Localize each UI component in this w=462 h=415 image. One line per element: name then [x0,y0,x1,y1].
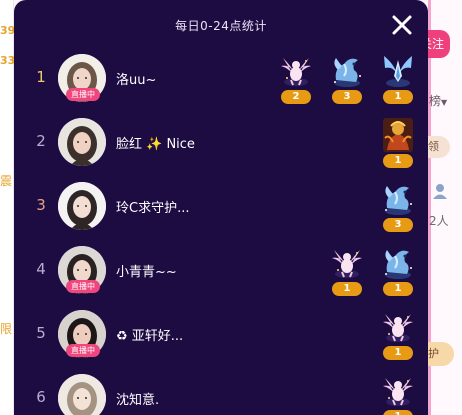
rank-number: 3 [36,196,46,214]
gift-count: 1 [383,90,413,104]
daily-ranking-modal: 每日0-24点统计 1 直播中 洛uu~ 2 3 1 2 脸红 ✨ Nice 1… [14,0,428,415]
close-button[interactable] [387,10,417,40]
guard-button[interactable]: 护 [428,342,454,366]
gift-count: 1 [332,282,362,296]
gift-item[interactable]: 3 [379,180,417,234]
live-badge: 直播中 [66,88,100,101]
ranking-row[interactable]: 6 沈知意. 1 [14,368,428,415]
modal-title: 每日0-24点统计 [175,19,267,33]
username[interactable]: 玲C求守护... [116,197,189,216]
audience-count: 2人 [429,214,449,228]
pegasus-gift-icon [381,372,415,410]
rank-number: 2 [36,132,46,150]
gift-item[interactable]: 1 [379,372,417,415]
avatar[interactable] [58,374,106,415]
dragon-gift-icon [381,180,415,218]
chevron-down-icon: ▼ [441,98,448,107]
background-left-text: 限 [0,322,13,336]
username[interactable]: 小青青~~ [116,261,177,280]
rank-tab-label: 榜 [429,94,442,108]
follow-button[interactable]: 关注 [428,30,450,58]
background-left-number: 33 [0,54,14,67]
background-left-number: 39 [0,24,14,37]
username[interactable]: 沈知意. [116,389,159,408]
gift-count: 2 [281,90,311,104]
follow-button-label: 关注 [428,37,445,51]
gift-item[interactable]: 3 [328,52,366,106]
username[interactable]: ♻ 亚轩好... [116,325,183,344]
background-left-panel: 39 33 震 限 [0,0,14,415]
ranking-row[interactable]: 2 脸红 ✨ Nice 1 [14,112,428,172]
ranking-row[interactable]: 1 直播中 洛uu~ 2 3 1 [14,48,428,108]
user-group-icon [433,184,447,199]
gift-item[interactable]: 1 [328,244,366,298]
gift-count: 3 [383,218,413,232]
ranking-row[interactable]: 5 直播中 ♻ 亚轩好... 1 [14,304,428,364]
ice-bird-gift-icon [381,52,415,90]
dragon-gift-icon [381,244,415,282]
gift-count: 1 [383,346,413,360]
rank-tab[interactable]: 榜▼ [429,92,462,109]
live-badge: 直播中 [66,344,100,357]
pegasus-gift-icon [279,52,313,90]
claim-button-label: 领 [428,140,439,153]
rank-number: 1 [36,68,46,86]
gift-count: 1 [383,282,413,296]
close-icon [392,15,412,35]
pegasus-gift-icon [330,244,364,282]
gift-item[interactable]: 1 [379,308,417,362]
gift-count: 1 [383,154,413,168]
gift-count: 3 [332,90,362,104]
avatar[interactable] [58,118,106,166]
username[interactable]: 洛uu~ [116,69,156,88]
gift-item[interactable]: 2 [277,52,315,106]
pegasus-gift-icon [381,308,415,346]
ranking-row[interactable]: 4 直播中 小青青~~ 1 1 [14,240,428,300]
guard-button-label: 护 [428,347,439,360]
gift-item[interactable]: 1 [379,244,417,298]
gift-item[interactable]: 1 [379,52,417,106]
dragon-gift-icon [330,52,364,90]
gift-item[interactable]: 1 [379,116,417,170]
background-left-text: 震 [0,174,13,188]
username[interactable]: 脸红 ✨ Nice [116,133,195,152]
ranking-row[interactable]: 3 玲C求守护... 3 [14,176,428,236]
gift-count: 1 [383,410,413,415]
claim-button[interactable]: 领 [428,136,450,158]
live-badge: 直播中 [66,280,100,293]
rank-number: 6 [36,388,46,406]
avatar[interactable] [58,182,106,230]
rank-number: 4 [36,260,46,278]
knight-gift-icon [381,116,415,154]
rank-number: 5 [36,324,46,342]
